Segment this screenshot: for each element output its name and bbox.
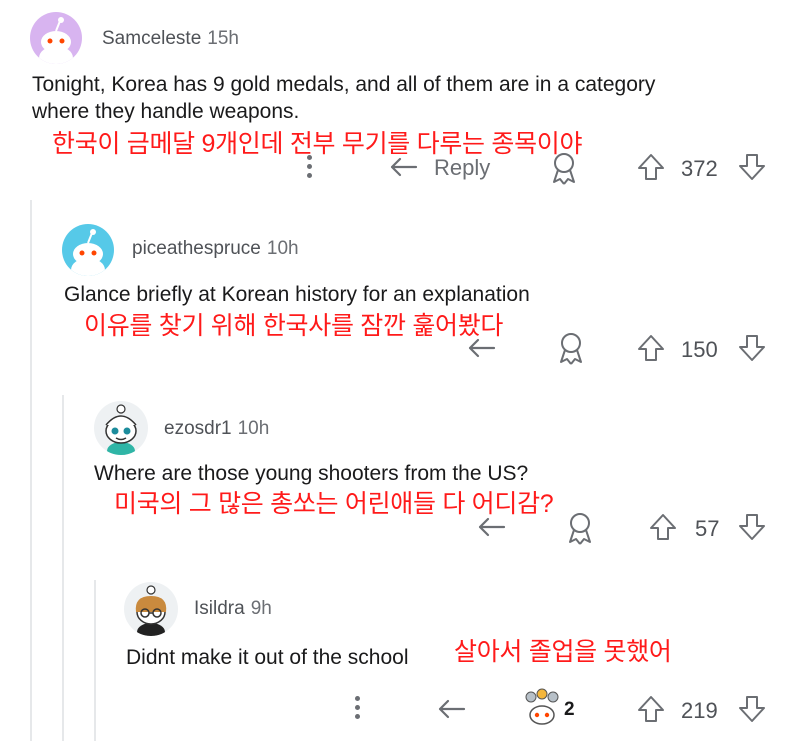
- translation-caption: 이유를 찾기 위해 한국사를 잠깐 훑어봤다: [84, 312, 504, 340]
- more-options-icon[interactable]: [307, 155, 313, 182]
- username[interactable]: Samceleste 15h: [102, 28, 239, 50]
- thread-line: [62, 395, 64, 741]
- downvote-icon[interactable]: [737, 512, 767, 547]
- comment-body: Glance briefly at Korean history for an …: [64, 283, 530, 306]
- upvote-icon[interactable]: [648, 512, 678, 547]
- award-icon[interactable]: [548, 150, 580, 191]
- avatar[interactable]: [30, 12, 82, 64]
- comment-body: Tonight, Korea has 9 gold medals, and al…: [32, 71, 655, 125]
- username[interactable]: Isildra 9h: [194, 598, 272, 620]
- comment-text-line: where they handle weapons.: [32, 100, 300, 123]
- avatar[interactable]: [124, 582, 178, 636]
- reply-button[interactable]: Reply: [434, 155, 490, 181]
- username-text[interactable]: ezosdr1: [164, 418, 232, 439]
- translation-caption: 살아서 졸업을 못했어: [452, 632, 674, 668]
- vote-count: 150: [681, 337, 718, 362]
- reply-icon[interactable]: [436, 697, 468, 728]
- reply-icon[interactable]: [476, 515, 508, 546]
- username-text[interactable]: piceathespruce: [132, 238, 261, 259]
- award-icon[interactable]: [564, 510, 596, 551]
- comment-body: Where are those young shooters from the …: [94, 462, 529, 485]
- comment-body: Didnt make it out of the school: [126, 646, 409, 669]
- upvote-icon[interactable]: [636, 152, 666, 187]
- vote-count: 57: [695, 516, 720, 541]
- username[interactable]: piceathespruce 10h: [132, 238, 299, 260]
- thread-line: [30, 200, 32, 741]
- avatar[interactable]: [62, 224, 114, 276]
- timestamp: 15h: [207, 28, 239, 49]
- award-icon[interactable]: [522, 688, 562, 733]
- award-icon[interactable]: [555, 330, 587, 371]
- reply-icon[interactable]: [388, 155, 420, 186]
- more-options-icon[interactable]: [355, 696, 361, 723]
- vote-count: 372: [681, 156, 718, 181]
- thread-line: [94, 580, 96, 741]
- username-text[interactable]: Isildra: [194, 598, 245, 619]
- username-text[interactable]: Samceleste: [102, 28, 201, 49]
- comment-text-line: Tonight, Korea has 9 gold medals, and al…: [32, 73, 656, 96]
- upvote-icon[interactable]: [636, 694, 666, 729]
- timestamp: 9h: [250, 598, 272, 619]
- downvote-icon[interactable]: [737, 152, 767, 187]
- reply-icon[interactable]: [466, 336, 498, 367]
- vote-count: 219: [681, 698, 718, 723]
- downvote-icon[interactable]: [737, 333, 767, 368]
- timestamp: 10h: [266, 238, 299, 259]
- avatar[interactable]: [94, 401, 148, 455]
- award-count: 2: [564, 699, 575, 720]
- timestamp: 10h: [237, 418, 270, 439]
- upvote-icon[interactable]: [636, 333, 666, 368]
- downvote-icon[interactable]: [737, 694, 767, 729]
- translation-caption: 한국이 금메달 9개인데 전부 무기를 다루는 종목이야: [52, 130, 583, 158]
- username[interactable]: ezosdr1 10h: [164, 418, 269, 440]
